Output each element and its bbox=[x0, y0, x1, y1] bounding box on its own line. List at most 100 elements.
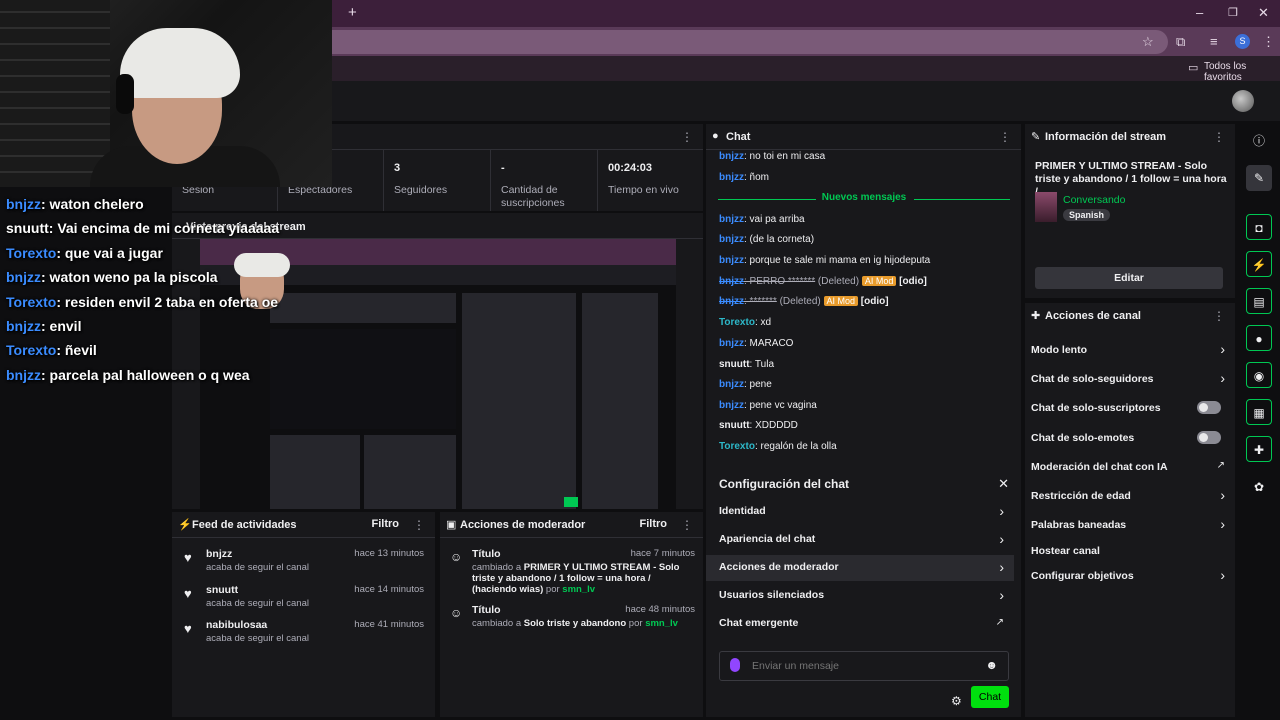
send-chat-button[interactable]: Chat bbox=[971, 686, 1009, 708]
clip-icon[interactable]: ◘ bbox=[1246, 214, 1272, 240]
chat-input[interactable] bbox=[752, 657, 972, 675]
setting-muted-users[interactable]: Usuarios silenciados › bbox=[706, 583, 1014, 609]
stats-kebab-icon[interactable]: ⋮ bbox=[681, 130, 693, 144]
chat-username[interactable]: bnjzz bbox=[719, 400, 744, 411]
kebab-icon[interactable]: ⋮ bbox=[1262, 35, 1275, 49]
new-tab-button[interactable]: + bbox=[348, 5, 357, 20]
gear-icon[interactable]: ⚙ bbox=[951, 694, 962, 708]
close-window-button[interactable]: ✕ bbox=[1258, 6, 1269, 20]
chat-username[interactable]: bnjzz bbox=[719, 151, 744, 162]
chat-message[interactable]: snuutt: XDDDDD bbox=[719, 420, 798, 431]
chat-message[interactable]: bnjzz: no toi en mi casa bbox=[719, 151, 825, 162]
clipboard-icon: ▣ bbox=[446, 519, 457, 531]
extension-icon[interactable]: ⧉ bbox=[1176, 35, 1185, 49]
chat-username[interactable]: bnjzz bbox=[719, 296, 744, 307]
maximize-button[interactable]: ❐ bbox=[1228, 6, 1238, 20]
broadcast-icon[interactable]: ◉ bbox=[1246, 362, 1272, 388]
pencil-icon[interactable]: ✎ bbox=[1246, 165, 1272, 191]
action-followers-only[interactable]: Chat de solo-seguidores › bbox=[1025, 368, 1235, 390]
edit-stream-button[interactable]: Editar bbox=[1035, 267, 1223, 289]
chat-message[interactable]: Torexto: regalón de la olla bbox=[719, 441, 837, 452]
chat-bubble-icon[interactable]: ● bbox=[1246, 325, 1272, 351]
chat-username[interactable]: bnjzz bbox=[719, 234, 744, 245]
action-age-restriction[interactable]: Restricción de edad › bbox=[1025, 485, 1235, 507]
chat-message[interactable]: bnjzz: ñom bbox=[719, 172, 769, 183]
setting-popout-chat[interactable]: Chat emergente ↗ bbox=[706, 611, 1014, 637]
mic-icon[interactable] bbox=[730, 658, 740, 672]
language-tag[interactable]: Spanish bbox=[1063, 209, 1111, 221]
close-icon[interactable]: ✕ bbox=[998, 476, 1009, 492]
add-action-icon[interactable]: ✿ bbox=[1246, 474, 1272, 500]
setting-moderator-actions[interactable]: Acciones de moderador › bbox=[706, 555, 1014, 581]
action-ai-moderation[interactable]: Moderación del chat con IA ↗ bbox=[1025, 456, 1235, 478]
stream-info-kebab-icon[interactable]: ⋮ bbox=[1213, 130, 1225, 144]
emotes-only-toggle[interactable] bbox=[1197, 431, 1221, 444]
chat-username[interactable]: bnjzz bbox=[719, 255, 744, 266]
feed-filter-button[interactable]: Filtro bbox=[372, 518, 400, 530]
chat-message[interactable]: bnjzz: pene bbox=[719, 379, 772, 390]
action-host-channel[interactable]: Hostear canal bbox=[1025, 540, 1235, 562]
chat-username[interactable]: bnjzz bbox=[719, 379, 744, 390]
feed-item[interactable]: ♥ snuutt acaba de seguir el canal hace 1… bbox=[184, 584, 424, 616]
action-slow-mode[interactable]: Modo lento › bbox=[1025, 339, 1235, 361]
chat-text: : porque te sale mi mama en ig hijodeput… bbox=[744, 255, 931, 266]
chevron-right-icon: › bbox=[1220, 370, 1225, 386]
chat-username[interactable]: snuutt bbox=[719, 420, 750, 431]
chat-message[interactable]: Torexto: xd bbox=[719, 317, 771, 328]
feed-item[interactable]: ♥ bnjzz acaba de seguir el canal hace 13… bbox=[184, 548, 424, 580]
emoji-icon[interactable]: ☻ bbox=[985, 658, 998, 672]
profile-avatar[interactable]: S bbox=[1235, 34, 1250, 49]
mod-kebab-icon[interactable]: ⋮ bbox=[681, 518, 693, 532]
feed-kebab-icon[interactable]: ⋮ bbox=[413, 518, 425, 532]
channel-actions-kebab-icon[interactable]: ⋮ bbox=[1213, 309, 1225, 323]
new-messages-divider: Nuevos mensajes bbox=[718, 192, 1010, 206]
mod-user[interactable]: smn_lv bbox=[645, 618, 678, 629]
folder-icon: ▭ bbox=[1188, 62, 1199, 74]
mod-action-item[interactable]: ☺ Título hace 48 minutos cambiado a Solo… bbox=[450, 604, 695, 634]
lightning-icon[interactable]: ⚡ bbox=[1246, 251, 1272, 277]
minimize-button[interactable]: – bbox=[1196, 6, 1203, 20]
chat-kebab-icon[interactable]: ⋮ bbox=[999, 130, 1011, 144]
chat-input-box[interactable]: ☻ bbox=[719, 651, 1009, 681]
overlay-text: : envil bbox=[41, 318, 82, 335]
chat-username[interactable]: Torexto bbox=[719, 317, 755, 328]
chat-username[interactable]: bnjzz bbox=[719, 338, 744, 349]
chat-message[interactable]: bnjzz: (de la corneta) bbox=[719, 234, 814, 245]
overlay-text: : residen envil 2 taba en oferta oe bbox=[56, 293, 279, 310]
mod-action-item[interactable]: ☺ Título hace 7 minutos cambiado a PRIME… bbox=[450, 548, 695, 596]
chat-message[interactable]: bnjzz: porque te sale mi mama en ig hijo… bbox=[719, 255, 930, 266]
chat-username[interactable]: snuutt bbox=[719, 359, 750, 370]
action-subscribers-only[interactable]: Chat de solo-suscriptores bbox=[1025, 397, 1235, 419]
setting-appearance[interactable]: Apariencia del chat › bbox=[706, 527, 1014, 553]
mod-filter-button[interactable]: Filtro bbox=[640, 518, 668, 530]
chat-message[interactable]: bnjzz: MARACO bbox=[719, 338, 793, 349]
category-link[interactable]: Conversando bbox=[1063, 194, 1125, 206]
chat-message[interactable]: bnjzz: vai pa arriba bbox=[719, 214, 805, 225]
action-emotes-only[interactable]: Chat de solo-emotes bbox=[1025, 427, 1235, 449]
setting-identity[interactable]: Identidad › bbox=[706, 499, 1014, 525]
chat-username[interactable]: Torexto bbox=[719, 441, 755, 452]
ad-icon[interactable]: ▦ bbox=[1246, 399, 1272, 425]
info-icon[interactable]: ⓘ bbox=[1246, 128, 1272, 154]
chat-text: : ******* bbox=[744, 296, 777, 307]
user-avatar[interactable] bbox=[1232, 90, 1254, 112]
chat-username[interactable]: bnjzz bbox=[719, 276, 744, 287]
deleted-chat-message[interactable]: bnjzz: ******* (Deleted) AI Mod [odio] bbox=[719, 296, 889, 307]
star-icon[interactable]: ☆ bbox=[1142, 35, 1154, 49]
subscribers-only-toggle[interactable] bbox=[1197, 401, 1221, 414]
deleted-chat-message[interactable]: bnjzz: PERRO ******* (Deleted) AI Mod [o… bbox=[719, 276, 927, 287]
chat-message[interactable]: snuutt: Tula bbox=[719, 359, 774, 370]
action-goals[interactable]: Configurar objetivos › bbox=[1025, 565, 1235, 587]
favorites-label[interactable]: Todos los favoritos bbox=[1204, 61, 1280, 83]
action-banned-words[interactable]: Palabras baneadas › bbox=[1025, 514, 1235, 536]
chat-message[interactable]: bnjzz: pene vc vagina bbox=[719, 400, 817, 411]
media-icon[interactable]: ≡ bbox=[1210, 35, 1218, 49]
overlay-message: bnjzz: waton chelero bbox=[6, 192, 276, 216]
action-label: Moderación del chat con IA bbox=[1031, 461, 1168, 473]
feed-item[interactable]: ♥ nabibulosaa acaba de seguir el canal h… bbox=[184, 619, 424, 651]
mod-user[interactable]: smn_lv bbox=[562, 584, 595, 595]
chat-username[interactable]: bnjzz bbox=[719, 172, 744, 183]
document-icon[interactable]: ▤ bbox=[1246, 288, 1272, 314]
wrench-icon[interactable]: ✚ bbox=[1246, 436, 1272, 462]
chat-username[interactable]: bnjzz bbox=[719, 214, 744, 225]
